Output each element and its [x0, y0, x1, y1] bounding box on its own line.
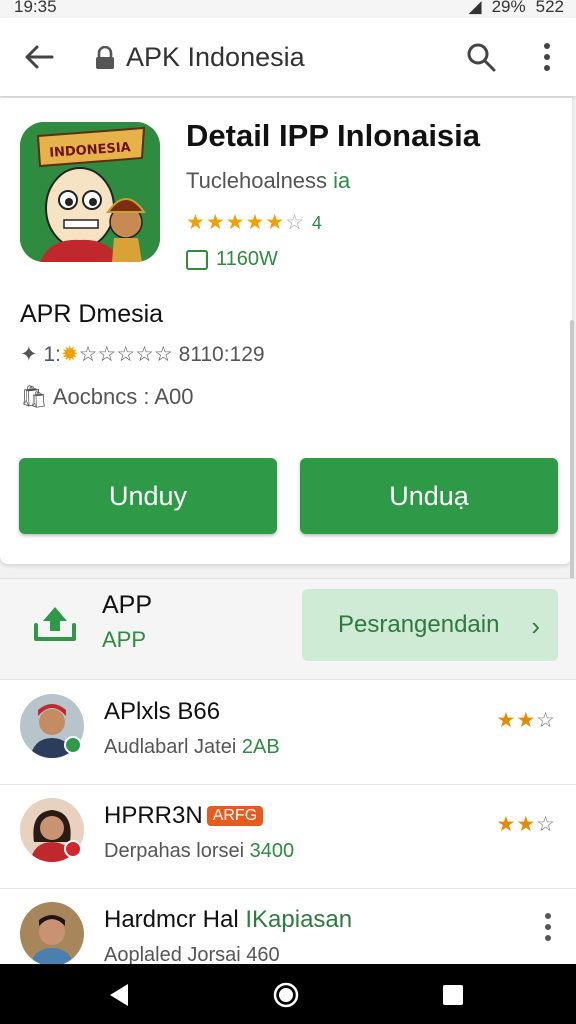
- list-item-subtitle-prefix: Audlabarl Jatei: [104, 736, 237, 758]
- search-icon[interactable]: [464, 40, 498, 74]
- download-size-icon: [186, 249, 208, 270]
- list-item-subtitle-suffix: 2AB: [241, 736, 280, 758]
- system-nav-bar: [0, 964, 576, 1024]
- app-icon-illustration: INDONESIA: [20, 122, 160, 262]
- access-line-text: Aocbncs : A00: [52, 384, 194, 409]
- page-title: APK Indonesia: [126, 42, 305, 72]
- rating-line-value: 8110:129: [178, 343, 265, 366]
- list-item-badge: ARFG: [206, 806, 264, 826]
- app-icon: INDONESIA: [20, 122, 160, 262]
- status-bar: 19:35 ◢ 29% 522: [0, 0, 576, 18]
- signal-icon: ◢: [468, 0, 482, 16]
- list-item[interactable]: HPRR3N ARFG Derpahas lorsei 3400 ★★☆: [0, 784, 576, 889]
- star-outline-icon: ☆: [285, 211, 305, 234]
- nav-back-icon[interactable]: [106, 982, 132, 1008]
- avatar: [20, 902, 84, 966]
- app-rating-stars: ★★★★★☆ 4: [186, 210, 323, 235]
- pin-icon: ✦: [20, 343, 38, 366]
- list-item-title-text: HPRR3N: [104, 802, 203, 829]
- list-item-subtitle-prefix: Derpahas lorsei: [104, 840, 245, 862]
- status-time: 19:35: [14, 0, 57, 16]
- chevron-right-icon: ›: [531, 611, 540, 641]
- list-item-title: HPRR3N ARFG: [104, 802, 264, 830]
- list-item-subtitle-prefix: Aoplaled Jorsai 460: [104, 944, 280, 966]
- app-section-title: APP: [102, 591, 153, 619]
- bag-icon: 🛍: [20, 384, 48, 409]
- battery-percent: 29%: [491, 0, 526, 16]
- settings-pill-label: Pesrangendain: [338, 611, 500, 638]
- app-section-subtitle: APP: [102, 627, 147, 652]
- list-item-rating: ★★☆: [497, 812, 556, 837]
- settings-pill-button[interactable]: Pesrangendain ›: [302, 589, 558, 661]
- star-outline-icon: ☆: [536, 709, 556, 732]
- app-section-bar: APP APP Pesrangendain ›: [0, 578, 576, 680]
- list-item-title-text: Hardmcr Hal: [104, 906, 239, 933]
- access-line: 🛍 Aocbncs : A00: [20, 384, 194, 410]
- list-item[interactable]: APlxls B66 Audlabarl Jatei 2AB ★★☆: [0, 680, 576, 785]
- upload-icon: [34, 607, 76, 641]
- list-item-title: APlxls B66: [104, 698, 221, 725]
- app-list: APlxls B66 Audlabarl Jatei 2AB ★★☆ HPRR3…: [0, 680, 576, 966]
- developer-name[interactable]: Tuclehoalness ia: [186, 168, 350, 194]
- lock-icon: [96, 46, 114, 69]
- list-item-title-suffix: IKapiasan: [245, 906, 353, 933]
- star-icon: ✹: [60, 343, 79, 366]
- nav-home-icon[interactable]: [273, 982, 299, 1008]
- nav-recents-icon[interactable]: [440, 982, 466, 1008]
- rating-line: ✦ 1:✹☆☆☆☆☆ 8110:129: [20, 342, 265, 367]
- app-detail-card: INDONESIA Detail IPP Inlonaisia Tuclehoa…: [0, 98, 572, 564]
- status-icons: ◢ 29% 522: [469, 0, 564, 17]
- star-icon: ★★: [496, 813, 537, 836]
- top-app-bar: APK Indonesia: [0, 18, 576, 96]
- list-item-subtitle: Derpahas lorsei 3400: [104, 840, 294, 863]
- back-arrow-icon[interactable]: [22, 40, 56, 74]
- verified-dot: [64, 736, 82, 754]
- app-size-value: 1160W: [216, 248, 278, 270]
- scrollbar-thumb[interactable]: [570, 320, 574, 580]
- developer-name-suffix: ia: [333, 168, 351, 193]
- list-item-rating: ★★☆: [497, 708, 556, 733]
- star-icon: ★★: [496, 709, 537, 732]
- star-icon: ★★★★★: [186, 211, 286, 234]
- download-button-1[interactable]: Unduy: [19, 458, 277, 534]
- more-vert-icon[interactable]: [536, 40, 558, 74]
- rating-line-prefix: 1:: [43, 343, 61, 366]
- app-size: 1160W: [186, 248, 278, 271]
- star-outline-icon: ☆: [536, 813, 556, 836]
- status-right-text: 522: [535, 0, 564, 16]
- app-sub-name: APR Dmesia: [20, 300, 164, 328]
- list-item-subtitle: Audlabarl Jatei 2AB: [104, 736, 280, 759]
- download-button-2[interactable]: Unduạ: [300, 458, 558, 534]
- rating-number: 4: [311, 213, 323, 233]
- list-item-subtitle-suffix: 3400: [249, 840, 295, 862]
- app-title: Detail IPP Inlonaisia: [186, 118, 481, 153]
- status-dot: [64, 840, 82, 858]
- list-item-title: Hardmcr Hal IKapiasan: [104, 906, 352, 934]
- more-vert-icon[interactable]: [544, 912, 552, 942]
- star-outline-icon: ☆☆☆☆☆: [78, 343, 173, 366]
- developer-name-prefix: Tuclehoalness: [186, 168, 328, 193]
